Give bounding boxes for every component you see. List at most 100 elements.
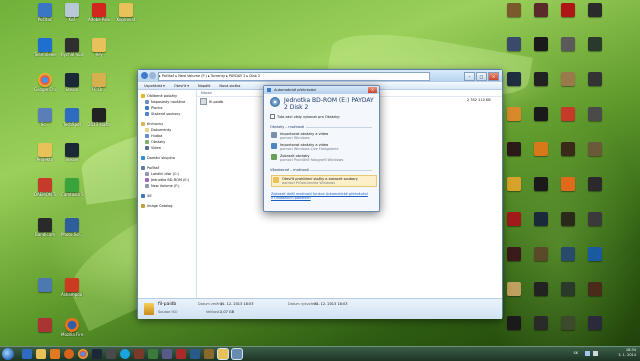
explorer-icon[interactable] — [36, 349, 46, 359]
desktop-icon-folder[interactable]: Kopírovat — [115, 3, 137, 22]
app-icon[interactable] — [190, 349, 200, 359]
nav-desktop[interactable]: Plocha — [145, 106, 163, 110]
file-row[interactable]: fil-paidb — [200, 98, 223, 105]
desktop-icon-game[interactable] — [584, 37, 606, 51]
desktop-icon-game[interactable] — [530, 316, 552, 330]
desktop-icon-game[interactable] — [503, 282, 525, 296]
desktop-icon-game[interactable] — [503, 142, 525, 156]
organize-button[interactable]: Uspořádat ▾ — [144, 82, 165, 89]
desktop-icon-projects[interactable]: Projekty — [34, 143, 56, 162]
burn-button[interactable]: Napálit — [198, 82, 210, 89]
address-bar[interactable]: ▸ Počítač ▸ New Volume (F:) ▸ Torrenty ▸… — [158, 72, 430, 81]
desktop-icon-game[interactable] — [503, 247, 525, 261]
desktop-icon-game[interactable] — [584, 282, 606, 296]
desktop-icon-camtasia[interactable]: Camtasia Studio 8 — [61, 178, 83, 197]
desktop-icon-ashampoo[interactable]: Ashampoo Burning St. — [61, 278, 83, 297]
desktop-icon-app[interactable] — [34, 278, 56, 292]
desktop-icon-game[interactable] — [557, 177, 579, 191]
desktop-icon-game[interactable] — [557, 37, 579, 51]
desktop-icon-chrome[interactable]: Google Chrome — [34, 73, 56, 92]
desktop-icon-game[interactable] — [503, 212, 525, 226]
desktop-icon-games-folder[interactable]: Hry — [88, 38, 110, 57]
desktop-icon-2013[interactable]: 2013 klášter — [88, 108, 110, 127]
clock[interactable]: 18:34 3. 1. 2014 — [618, 348, 636, 358]
desktop-icon-game[interactable] — [557, 247, 579, 261]
desktop-icon-game[interactable] — [530, 37, 552, 51]
desktop-icon-game[interactable] — [584, 177, 606, 191]
app-icon[interactable] — [134, 349, 144, 359]
desktop-icon-game[interactable] — [584, 316, 606, 330]
desktop-icon-bandicam[interactable]: Bandicam — [34, 218, 56, 237]
desktop-icon-game[interactable] — [503, 3, 525, 17]
chrome-icon[interactable] — [78, 349, 88, 359]
desktop-icon-photoscape[interactable]: Photo Scr... — [61, 218, 83, 237]
desktop-icon-game[interactable] — [584, 72, 606, 86]
nav-favorites[interactable]: Oblíbené položky — [141, 94, 177, 98]
media-player-icon[interactable] — [50, 349, 60, 359]
desktop-icon-computer[interactable]: Počítač — [34, 3, 56, 22]
explorer-titlebar[interactable]: ▸ Počítač ▸ New Volume (F:) ▸ Torrenty ▸… — [138, 70, 502, 81]
desktop-icon-game[interactable] — [530, 107, 552, 121]
nav-drive-c[interactable]: Lokální disk (C:) — [145, 172, 179, 176]
desktop-icon-steam-2[interactable]: Steam — [61, 143, 83, 162]
desktop-icon-game[interactable] — [503, 107, 525, 121]
desktop-icon-adobe-reader[interactable]: Adobe Reader — [88, 3, 110, 22]
close-button[interactable]: × — [488, 72, 499, 81]
desktop-icon-game[interactable] — [530, 282, 552, 296]
firefox-icon[interactable] — [64, 349, 74, 359]
app-icon[interactable] — [162, 349, 172, 359]
desktop-icon-game[interactable] — [530, 72, 552, 86]
desktop-icon-game[interactable] — [557, 107, 579, 121]
ie-icon[interactable] — [22, 349, 32, 359]
open-button[interactable]: Otevřít ▾ — [174, 82, 189, 89]
app-icon[interactable] — [148, 349, 158, 359]
desktop-icon-game[interactable] — [530, 247, 552, 261]
nav-drive-f[interactable]: New Volume (F:) — [145, 184, 180, 188]
desktop-icon-game[interactable] — [584, 142, 606, 156]
desktop-icon-game[interactable] — [584, 107, 606, 121]
desktop-icon-game[interactable] — [503, 177, 525, 191]
nav-downloads[interactable]: Stažené soubory — [145, 112, 180, 116]
nav-image-catalog[interactable]: Image Catalog — [141, 204, 173, 208]
desktop-icon-game[interactable] — [557, 142, 579, 156]
desktop-icon-game[interactable] — [530, 212, 552, 226]
nav-videos[interactable]: Videa — [145, 146, 161, 150]
start-button[interactable] — [2, 348, 14, 360]
desktop-icon-game[interactable] — [530, 142, 552, 156]
nav-pictures[interactable]: Obrázky — [145, 140, 165, 144]
desktop-icon-game[interactable] — [530, 3, 552, 17]
nav-drive-e[interactable]: Jednotka BD-ROM (E:) — [145, 178, 189, 182]
import-live-option[interactable]: Importovat obrázky a videa pomocí Windows… — [271, 143, 373, 151]
control-panel-link[interactable]: Zobrazit další možnosti funkce Automatic… — [271, 192, 371, 200]
nav-libraries[interactable]: Knihovny — [141, 122, 163, 126]
desktop-icon-music[interactable]: Rychlé hudby — [61, 38, 83, 57]
minimize-button[interactable]: – — [464, 72, 475, 81]
desktop-icon-recycle-bin[interactable]: Koš — [61, 3, 83, 22]
desktop-icon-game[interactable] — [557, 3, 579, 17]
back-icon[interactable] — [141, 72, 148, 79]
desktop-icon-game[interactable] — [503, 316, 525, 330]
nav-music[interactable]: Hudba — [145, 134, 162, 138]
desktop-icon-firefox[interactable]: Mozilla Firefox — [61, 318, 83, 337]
desktop-icon-game[interactable] — [557, 282, 579, 296]
open-folder-option[interactable]: Otevřít prohlížení složky a zobrazit sou… — [271, 175, 377, 187]
tray-network-icon[interactable] — [585, 351, 590, 356]
autoplay-titlebar[interactable]: Automatické přehrávání × — [264, 86, 379, 94]
steam-icon[interactable] — [92, 349, 102, 359]
nav-computer[interactable]: Počítač — [141, 166, 159, 170]
tray-volume-icon[interactable] — [593, 351, 598, 356]
desktop-icon-game[interactable] — [584, 3, 606, 17]
desktop-icon-game[interactable] — [503, 37, 525, 51]
nav-documents[interactable]: Dokumenty — [145, 128, 171, 132]
desktop-icon-game[interactable] — [557, 212, 579, 226]
always-do-checkbox[interactable]: Tuto akci vždy vykonat pro Obrázky: — [270, 114, 340, 119]
desktop-icon-game[interactable] — [584, 212, 606, 226]
desktop-icon-techspot[interactable]: TechSpot — [61, 108, 83, 127]
active-explorer-icon[interactable] — [218, 349, 228, 359]
close-button[interactable]: × — [368, 87, 377, 93]
active-autoplay-icon[interactable] — [232, 349, 242, 359]
nav-recent[interactable]: Naposledy navštíve — [145, 100, 185, 104]
nav-network[interactable]: Síť — [141, 194, 152, 198]
desktop-icon-daemon-tools[interactable]: DAEMON Tools Pro — [34, 178, 56, 197]
app-icon[interactable] — [106, 349, 116, 359]
